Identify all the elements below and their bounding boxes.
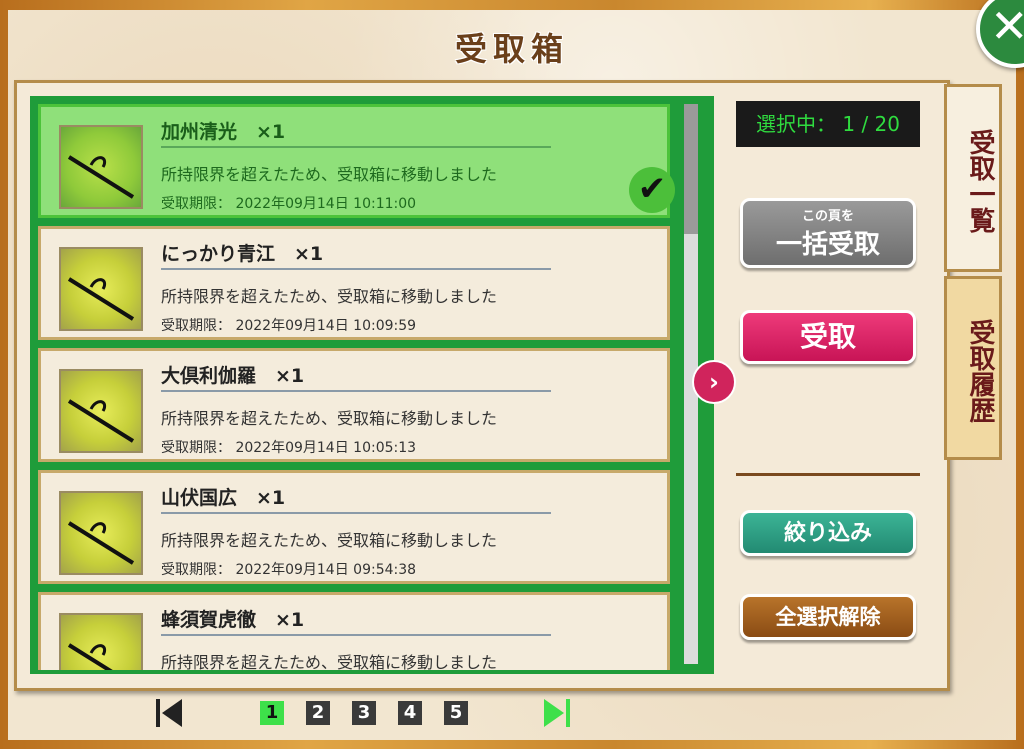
list-item[interactable]: 加州清光 ×1 所持限界を超えたため、受取箱に移動しました 受取期限： 2022… bbox=[38, 104, 675, 218]
item-deadline: 受取期限： 2022年09月14日 09:54:38 bbox=[161, 562, 417, 578]
item-deadline: 受取期限： 2022年09月14日 10:09:59 bbox=[161, 318, 417, 334]
page-number[interactable]: 4 bbox=[398, 701, 422, 725]
sword-icon bbox=[67, 155, 135, 199]
item-name: 加州清光 ×1 bbox=[161, 117, 551, 148]
checkmark-icon: ✔ bbox=[629, 167, 675, 213]
sword-thumbnail bbox=[59, 125, 143, 209]
item-message: 所持限界を超えたため、受取箱に移動しました bbox=[161, 531, 498, 550]
page-number[interactable]: 5 bbox=[444, 701, 468, 725]
item-name: にっかり青江 ×1 bbox=[161, 239, 551, 270]
list-item[interactable]: 大倶利伽羅 ×1 所持限界を超えたため、受取箱に移動しました 受取期限： 202… bbox=[38, 348, 670, 462]
item-message: 所持限界を超えたため、受取箱に移動しました bbox=[161, 653, 498, 670]
sword-thumbnail bbox=[59, 369, 143, 453]
tab-receive-history[interactable]: 受取履歴 bbox=[944, 276, 1002, 460]
item-name: 蜂須賀虎徹 ×1 bbox=[161, 605, 551, 636]
page-title: 受取箱 bbox=[454, 30, 569, 68]
sword-thumbnail bbox=[59, 247, 143, 331]
selection-counter: 選択中： 1 / 20 bbox=[736, 101, 920, 147]
page-number[interactable]: 2 bbox=[306, 701, 330, 725]
list-item[interactable]: 山伏国広 ×1 所持限界を超えたため、受取箱に移動しました 受取期限： 2022… bbox=[38, 470, 670, 584]
item-message: 所持限界を超えたため、受取箱に移動しました bbox=[161, 165, 498, 184]
filter-button[interactable]: 絞り込み bbox=[740, 510, 916, 556]
item-list-inner: 加州清光 ×1 所持限界を超えたため、受取箱に移動しました 受取期限： 2022… bbox=[34, 100, 680, 670]
item-deadline: 受取期限： 2022年09月14日 10:11:00 bbox=[161, 196, 417, 212]
sword-icon bbox=[67, 521, 135, 565]
sword-thumbnail bbox=[59, 613, 143, 670]
list-item[interactable]: 蜂須賀虎徹 ×1 所持限界を超えたため、受取箱に移動しました bbox=[38, 592, 670, 670]
last-page-icon[interactable] bbox=[542, 697, 570, 729]
sword-thumbnail bbox=[59, 491, 143, 575]
sword-icon bbox=[67, 643, 113, 670]
sword-icon bbox=[67, 277, 135, 321]
close-icon: ✕ bbox=[990, 0, 1024, 53]
receive-button[interactable]: 受取 bbox=[740, 310, 916, 364]
list-item[interactable]: にっかり青江 ×1 所持限界を超えたため、受取箱に移動しました 受取期限： 20… bbox=[38, 226, 670, 340]
bulk-receive-label: 一括受取 bbox=[775, 230, 880, 260]
sword-icon bbox=[67, 399, 135, 443]
deselect-all-button[interactable]: 全選択解除 bbox=[740, 594, 916, 640]
tab-receive-list[interactable]: 受取一覧 bbox=[944, 84, 1002, 272]
item-list: 加州清光 ×1 所持限界を超えたため、受取箱に移動しました 受取期限： 2022… bbox=[30, 96, 714, 674]
item-name: 山伏国広 ×1 bbox=[161, 483, 551, 514]
chevron-right-icon[interactable]: › bbox=[692, 360, 736, 404]
item-name: 大倶利伽羅 ×1 bbox=[161, 361, 551, 392]
item-deadline: 受取期限： 2022年09月14日 10:05:13 bbox=[161, 440, 417, 456]
item-message: 所持限界を超えたため、受取箱に移動しました bbox=[161, 409, 498, 428]
item-message: 所持限界を超えたため、受取箱に移動しました bbox=[161, 287, 498, 306]
first-page-icon[interactable] bbox=[156, 697, 184, 729]
bulk-receive-button[interactable]: この頁を 一括受取 bbox=[740, 198, 916, 268]
scrollbar-thumb[interactable] bbox=[684, 104, 698, 234]
page-number[interactable]: 1 bbox=[260, 701, 284, 725]
page-number[interactable]: 3 bbox=[352, 701, 376, 725]
divider bbox=[736, 473, 920, 476]
bulk-receive-subtitle: この頁を bbox=[801, 209, 854, 224]
